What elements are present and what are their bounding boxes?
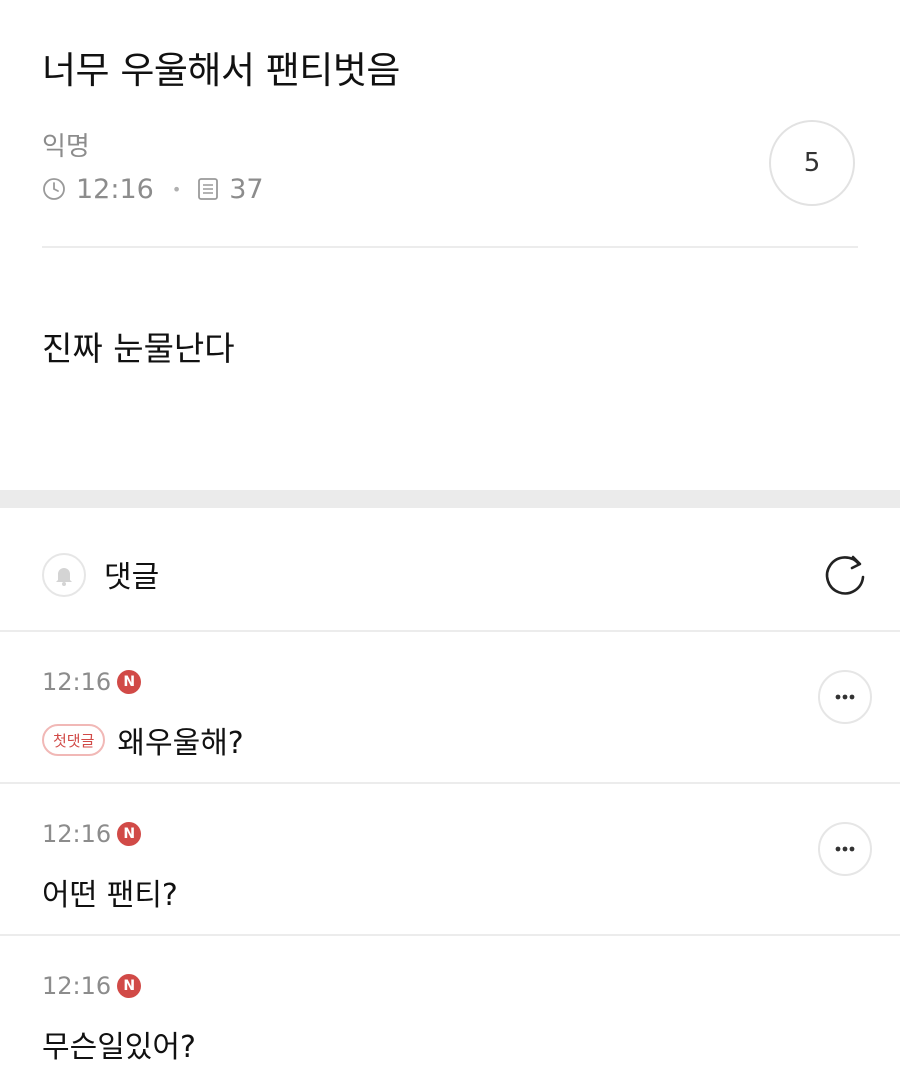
section-separator <box>0 490 900 508</box>
comment-text: 어떤 팬티? <box>42 878 178 913</box>
comments-label: 댓글 <box>104 560 160 595</box>
post-body: 진짜 눈물난다 <box>42 329 235 368</box>
post-author: 익명 <box>42 132 90 162</box>
post-title: 너무 우울해서 팬티벗음 <box>42 49 400 92</box>
comment-time: 12:16 <box>42 820 112 848</box>
comment-text: 왜우울해? <box>117 726 244 761</box>
comments-header: 댓글 <box>0 508 900 632</box>
more-icon[interactable] <box>818 670 872 724</box>
refresh-icon[interactable] <box>820 550 870 600</box>
comment-count-badge[interactable]: 5 <box>769 120 855 206</box>
post-view-count: 37 <box>229 173 264 205</box>
comment-item: 12:16 N 무슨일있어? <box>0 936 900 1088</box>
more-icon[interactable] <box>818 822 872 876</box>
new-badge: N <box>117 974 142 998</box>
document-icon <box>197 177 219 201</box>
divider <box>42 246 858 248</box>
new-badge: N <box>117 670 142 694</box>
comment-text: 무슨일있어? <box>42 1030 196 1065</box>
comment-time: 12:16 <box>42 972 112 1000</box>
comment-item: 12:16 N 어떤 팬티? <box>0 784 900 936</box>
post-meta: 12:16 • 37 <box>42 170 264 208</box>
clock-icon <box>42 177 66 201</box>
comment-time: 12:16 <box>42 668 112 696</box>
new-badge: N <box>117 822 142 846</box>
meta-separator: • <box>171 179 182 199</box>
bell-icon[interactable] <box>42 553 86 597</box>
first-comment-tag: 첫댓글 <box>42 724 106 756</box>
comment-item: 12:16 N 첫댓글 왜우울해? <box>0 632 900 784</box>
post-time: 12:16 <box>76 173 154 205</box>
